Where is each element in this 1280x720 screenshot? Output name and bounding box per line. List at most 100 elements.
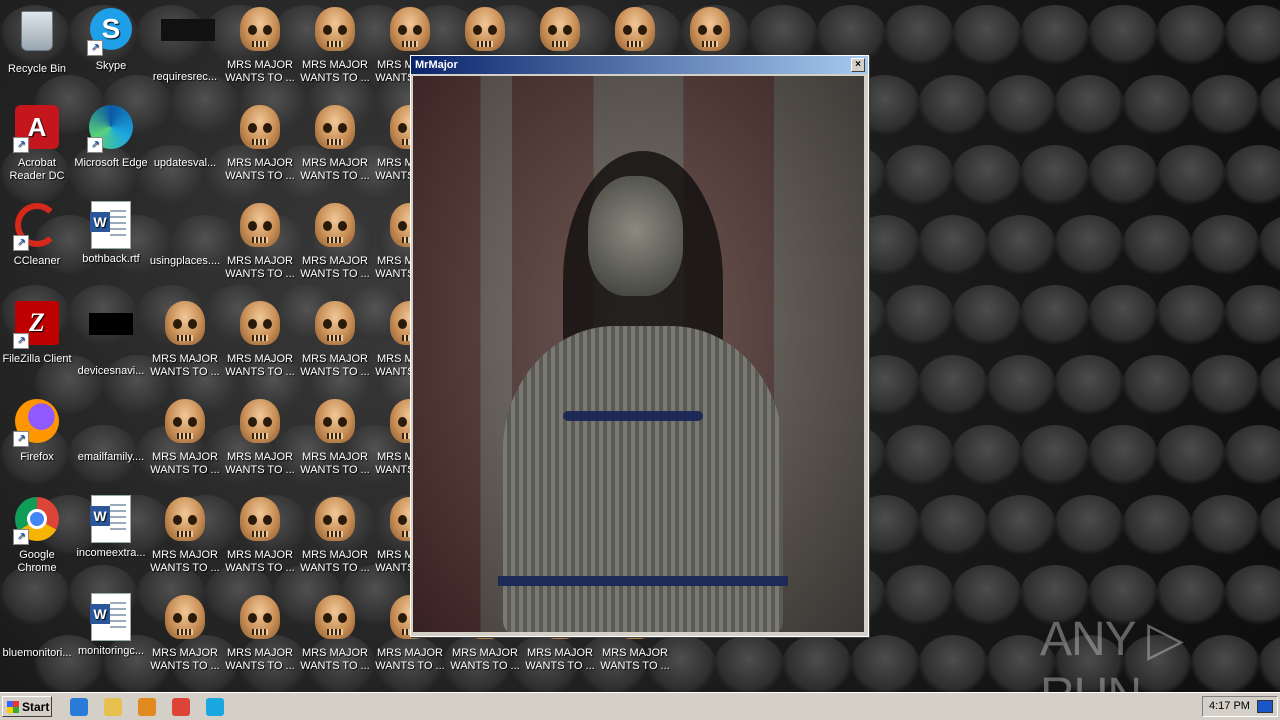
wallpaper-skull — [986, 355, 1056, 415]
desktop-icon-bothback-rtf[interactable]: bothback.rtf — [74, 201, 148, 266]
icon-label: incomeextra... — [76, 547, 146, 559]
desktop-icon-acrobat[interactable]: A ↗ Acrobat Reader DC — [0, 103, 74, 183]
shortcut-arrow-icon: ↗ — [13, 529, 29, 545]
shortcut-arrow-icon: ↗ — [87, 40, 103, 56]
recycle-icon — [13, 11, 61, 59]
icon-label: requiresrec... — [152, 71, 218, 83]
blank-icon — [87, 399, 135, 447]
wallpaper-skull — [1020, 285, 1090, 345]
desktop-icon-bluemonitori-[interactable]: bluemonitori... — [0, 593, 74, 660]
taskbar: Start 4:17 PM — [0, 692, 1280, 720]
icon-label: WANTS TO ... — [300, 464, 370, 476]
skull-icon — [311, 7, 359, 55]
mrs-major-icon[interactable]: MRS MAJORWANTS TO ... — [298, 495, 372, 575]
mrs-major-icon[interactable]: MRS MAJORWANTS TO ... — [148, 299, 222, 379]
wallpaper-skull — [884, 145, 954, 205]
mrs-major-icon[interactable]: MRS MAJORWANTS TO ... — [148, 593, 222, 673]
mrs-major-icon[interactable]: MRS MAJORWANTS TO ... — [298, 103, 372, 183]
icon-label: bothback.rtf — [82, 253, 140, 265]
media-player-icon[interactable] — [138, 698, 156, 716]
desktop-icon-monitoringc-[interactable]: monitoringc... — [74, 593, 148, 658]
ie-icon[interactable] — [70, 698, 88, 716]
doll-bow — [563, 411, 703, 421]
desktop-icon-usingplaces-[interactable]: usingplaces.... — [148, 201, 222, 268]
acrobat-icon: A ↗ — [13, 105, 61, 153]
wallpaper-skull — [918, 495, 988, 555]
desktop-icon-microsoft-edge[interactable]: ↗ Microsoft Edge — [74, 103, 148, 170]
close-button[interactable]: × — [851, 58, 865, 72]
mrs-major-icon[interactable]: MRS MAJORWANTS TO ... — [223, 593, 297, 673]
desktop-icon-google[interactable]: ↗ Google Chrome — [0, 495, 74, 575]
desktop-icon-requiresrec-[interactable]: requiresrec... — [148, 5, 222, 84]
skull-icon — [311, 399, 359, 447]
desktop-icon-firefox[interactable]: ↗ Firefox — [0, 397, 74, 464]
wallpaper-skull — [952, 285, 1022, 345]
mrs-major-icon[interactable]: MRS MAJORWANTS TO ... — [298, 201, 372, 281]
mrs-major-icon[interactable]: MRS MAJORWANTS TO ... — [223, 103, 297, 183]
display-icon[interactable] — [1257, 700, 1273, 713]
skull-icon — [161, 301, 209, 349]
start-button[interactable]: Start — [2, 696, 52, 717]
wallpaper-skull — [1020, 5, 1090, 65]
mrs-major-icon[interactable]: MRS MAJORWANTS TO ... — [148, 495, 222, 575]
icon-label: Recycle Bin — [7, 63, 67, 75]
mrs-major-icon[interactable]: MRS MAJORWANTS TO ... — [223, 5, 297, 85]
word-icon — [87, 495, 135, 543]
mrs-major-icon[interactable]: MRS MAJORWANTS TO ... — [298, 397, 372, 477]
window-title: MrMajor — [415, 59, 458, 71]
wallpaper-skull — [1156, 5, 1226, 65]
skull-icon — [161, 595, 209, 643]
wallpaper-skull — [1156, 285, 1226, 345]
desktop-icon-emailfamily-[interactable]: emailfamily.... — [74, 397, 148, 464]
desktop-icon-devicesnavi-[interactable]: devicesnavi... — [74, 299, 148, 378]
wallpaper-skull — [1088, 5, 1158, 65]
icon-label: monitoringc... — [77, 645, 145, 657]
wallpaper-skull — [986, 215, 1056, 275]
blank-icon — [13, 595, 61, 643]
icon-label: bluemonitori... — [2, 647, 72, 659]
wallpaper-skull — [1122, 75, 1192, 135]
mrs-major-icon[interactable]: MRS MAJORWANTS TO ... — [298, 299, 372, 379]
wallpaper-skull — [1190, 75, 1260, 135]
mrs-major-icon[interactable]: MRS MAJORWANTS TO ... — [223, 397, 297, 477]
desktop-icon-ccleaner[interactable]: ↗ CCleaner — [0, 201, 74, 268]
icon-label: Skype — [95, 60, 127, 72]
skull-icon — [236, 203, 284, 251]
chrome-icon[interactable] — [172, 698, 190, 716]
mrmajor-window[interactable]: MrMajor × — [410, 55, 869, 637]
mrs-major-icon[interactable]: MRS MAJORWANTS TO ... — [223, 495, 297, 575]
wallpaper-skull — [1122, 215, 1192, 275]
icon-label: MRS MAJOR — [227, 353, 293, 365]
wallpaper-skull — [1088, 425, 1158, 485]
doll-head — [588, 176, 683, 296]
desktop-icon-skype[interactable]: S ↗ Skype — [74, 5, 148, 73]
desktop-icon-updatesval-[interactable]: updatesval... — [148, 103, 222, 170]
wallpaper-skull — [952, 5, 1022, 65]
clock[interactable]: 4:17 PM — [1209, 697, 1250, 716]
icon-label: CCleaner — [13, 255, 61, 267]
doll-hem-stripe — [498, 576, 788, 586]
wallpaper-skull — [782, 635, 852, 692]
mrs-major-icon[interactable]: MRS MAJORWANTS TO ... — [298, 593, 372, 673]
mrs-major-icon[interactable]: MRS MAJORWANTS TO ... — [148, 397, 222, 477]
edge-icon[interactable] — [206, 698, 224, 716]
mrs-major-icon[interactable]: MRS MAJORWANTS TO ... — [298, 5, 372, 85]
skull-icon — [236, 301, 284, 349]
icon-label: MRS MAJOR — [452, 647, 518, 659]
wallpaper-skull — [1122, 495, 1192, 555]
mrs-major-icon[interactable]: MRS MAJORWANTS TO ... — [223, 201, 297, 281]
icon-label: WANTS TO ... — [225, 562, 295, 574]
explorer-folder-icon[interactable] — [104, 698, 122, 716]
window-titlebar[interactable]: MrMajor × — [411, 56, 868, 74]
desktop-icon-recycle-bin[interactable]: Recycle Bin — [0, 5, 74, 76]
wallpaper-skull — [1088, 285, 1158, 345]
word-icon — [87, 593, 135, 641]
darkbox-icon — [161, 19, 215, 67]
icon-label: MRS MAJOR — [302, 353, 368, 365]
mrs-major-icon[interactable]: MRS MAJORWANTS TO ... — [223, 299, 297, 379]
desktop-icon-incomeextra-[interactable]: incomeextra... — [74, 495, 148, 560]
desktop-icon-filezilla-client[interactable]: Z ↗ FileZilla Client — [0, 299, 74, 366]
icon-label: WANTS TO ... — [300, 268, 370, 280]
skull-icon — [311, 301, 359, 349]
doll-dress — [503, 326, 783, 632]
